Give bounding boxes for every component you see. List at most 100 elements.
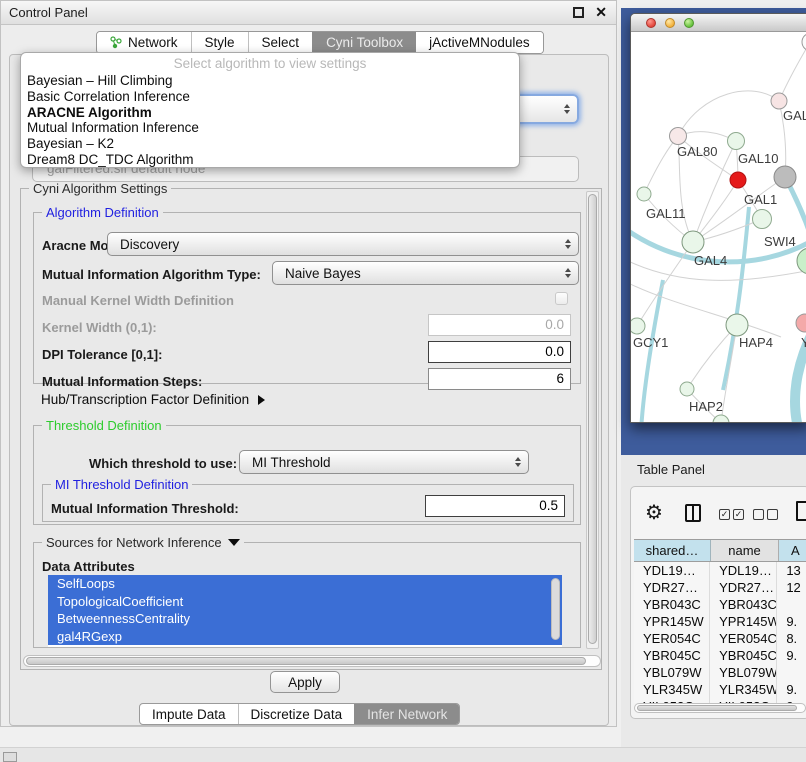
table-row[interactable]: YDL19… YDL19… 13 xyxy=(634,562,806,579)
node-gcy1[interactable] xyxy=(631,318,645,334)
corner-widget-icon[interactable] xyxy=(3,752,17,762)
threshold-definition-group: Threshold Definition Which threshold to … xyxy=(33,425,581,525)
tab-select[interactable]: Select xyxy=(248,32,313,53)
node-label: GAL4 xyxy=(694,253,727,268)
apply-button[interactable]: Apply xyxy=(270,671,340,693)
node-hap2[interactable] xyxy=(680,382,694,396)
export-table-icon[interactable] xyxy=(796,501,806,521)
which-threshold-label: Which threshold to use: xyxy=(89,456,237,471)
float-window-icon[interactable] xyxy=(573,7,584,18)
node-gal10[interactable] xyxy=(728,133,745,150)
table-row[interactable]: YBR043C YBR043C xyxy=(634,596,806,613)
node-gal11[interactable] xyxy=(637,187,651,201)
which-threshold-combo[interactable]: MI Threshold xyxy=(239,450,529,474)
dropdown-item[interactable]: Bayesian – Hill Climbing xyxy=(21,73,519,89)
columns-icon[interactable] xyxy=(685,504,701,522)
table-horizontal-scrollbar[interactable] xyxy=(634,703,806,713)
zoom-button[interactable] xyxy=(684,18,694,28)
node-label: GAL1 xyxy=(744,192,777,207)
sources-legend[interactable]: Sources for Network Inference xyxy=(42,535,244,550)
scrollbar-thumb[interactable] xyxy=(588,194,597,644)
table-row[interactable]: YER054C YER054C 8. xyxy=(634,630,806,647)
gear-icon[interactable]: ⚙ xyxy=(645,500,663,525)
mi-algorithm-type-label: Mutual Information Algorithm Type: xyxy=(42,267,261,282)
table-row[interactable]: YPR145W YPR145W 9. xyxy=(634,613,806,630)
tab-discretize-data[interactable]: Discretize Data xyxy=(238,704,355,724)
node-y-partial[interactable] xyxy=(796,314,806,332)
node-gray[interactable] xyxy=(774,166,796,188)
panel-title: Control Panel xyxy=(9,5,88,20)
mi-algorithm-type-combo[interactable]: Naive Bayes xyxy=(272,261,579,285)
hub-definition-label: Hub/Transcription Factor Definition xyxy=(41,392,249,407)
settings-horizontal-scrollbar[interactable] xyxy=(23,655,601,667)
select-all-columns-icon[interactable]: ✓ ✓ xyxy=(719,509,744,520)
scrollbar-thumb[interactable] xyxy=(637,705,797,711)
tab-impute-data[interactable]: Impute Data xyxy=(140,704,238,724)
dropdown-item[interactable]: Mutual Information Inference xyxy=(21,120,519,136)
combo-stepper-icon xyxy=(565,268,571,278)
network-canvas[interactable]: GAL GAL80 GAL10 GAL11 GAL1 SWI4 GAL4 GCY… xyxy=(631,32,806,423)
mi-threshold-definition-group: MI Threshold Definition Mutual Informati… xyxy=(42,484,574,522)
node-label: GAL10 xyxy=(738,151,778,166)
list-scrollbar-thumb[interactable] xyxy=(551,578,560,640)
tab-cyni-toolbox[interactable]: Cyni Toolbox xyxy=(312,32,416,53)
table-row[interactable]: YBR045C YBR045C 9. xyxy=(634,647,806,664)
node-gal80[interactable] xyxy=(670,128,687,145)
algorithm-definition-group: Algorithm Definition Aracne Mode: Discov… xyxy=(33,212,581,384)
table-body: YDL19… YDL19… 13 YDR27… YDR27… 12 YBR043… xyxy=(634,562,806,703)
group-legend: Cyni Algorithm Settings xyxy=(29,181,171,196)
table-row[interactable]: YBL079W YBL079W xyxy=(634,664,806,681)
node-partial-right-green[interactable] xyxy=(797,248,806,274)
combo-stepper-icon xyxy=(564,104,570,114)
close-button[interactable] xyxy=(646,18,656,28)
node-label: GAL11 xyxy=(646,206,686,221)
node-gal1[interactable] xyxy=(753,210,772,229)
node-label: Y xyxy=(801,335,806,350)
list-item[interactable]: BetweennessCentrality xyxy=(48,610,562,628)
deselect-all-columns-icon[interactable] xyxy=(753,509,778,520)
tab-infer-network[interactable]: Infer Network xyxy=(354,704,459,724)
dropdown-item-selected[interactable]: ARACNE Algorithm xyxy=(21,105,519,121)
dropdown-item[interactable]: Dream8 DC_TDC Algorithm xyxy=(21,152,519,168)
node-hap4[interactable] xyxy=(726,314,748,336)
list-item[interactable]: TopologicalCoefficient xyxy=(48,593,562,611)
dpi-tolerance-field[interactable]: 0.0 xyxy=(428,341,571,363)
dropdown-item[interactable]: Bayesian – K2 xyxy=(21,136,519,152)
node-gal4[interactable] xyxy=(682,231,704,253)
list-item[interactable]: SelfLoops xyxy=(48,575,562,593)
tab-jactivemnodules[interactable]: jActiveMNodules xyxy=(416,32,543,53)
kernel-width-field[interactable]: 0.0 xyxy=(428,314,571,336)
hub-definition-expander[interactable]: Hub/Transcription Factor Definition xyxy=(41,392,265,407)
list-item[interactable]: gal4RGexp xyxy=(48,628,562,646)
table-panel-title: Table Panel xyxy=(637,462,705,477)
cyni-algorithm-settings-group: Cyni Algorithm Settings Algorithm Defini… xyxy=(20,188,602,670)
settings-vertical-scrollbar[interactable] xyxy=(586,191,599,649)
collapse-down-icon xyxy=(228,539,240,546)
node-partial-top[interactable] xyxy=(802,33,806,51)
network-window-titlebar[interactable] xyxy=(631,14,806,32)
network-view-window[interactable]: GAL GAL80 GAL10 GAL11 GAL1 SWI4 GAL4 GCY… xyxy=(630,13,806,423)
tab-network[interactable]: Network xyxy=(97,32,191,53)
column-header-name[interactable]: name xyxy=(711,540,779,561)
table-panel: Table Panel ⚙ ✓ ✓ shared… name A YDL19… … xyxy=(621,455,806,762)
node-gal-partial[interactable] xyxy=(771,93,787,109)
mi-steps-field[interactable]: 6 xyxy=(428,368,571,390)
node-label: GAL xyxy=(783,108,806,123)
scrollbar-thumb[interactable] xyxy=(26,657,586,665)
aracne-mode-combo[interactable]: Discovery xyxy=(107,232,579,256)
tab-style[interactable]: Style xyxy=(191,32,248,53)
mi-threshold-field[interactable]: 0.5 xyxy=(425,495,565,517)
table-row[interactable]: YLR345W YLR345W 9. xyxy=(634,681,806,698)
dropdown-item[interactable]: Basic Correlation Inference xyxy=(21,89,519,105)
close-icon[interactable]: ✕ xyxy=(595,4,607,21)
column-header-shared-name[interactable]: shared… xyxy=(634,540,711,561)
manual-kernel-width-checkbox[interactable] xyxy=(555,292,568,305)
node-gal1-selected-red[interactable] xyxy=(730,172,746,188)
status-strip xyxy=(0,747,806,762)
minimize-button[interactable] xyxy=(665,18,675,28)
mi-steps-label: Mutual Information Steps: xyxy=(42,374,202,389)
node-partial-bottom[interactable] xyxy=(713,415,729,423)
kernel-width-label: Kernel Width (0,1): xyxy=(42,320,157,335)
column-header-partial[interactable]: A xyxy=(779,540,806,561)
table-row[interactable]: YDR27… YDR27… 12 xyxy=(634,579,806,596)
